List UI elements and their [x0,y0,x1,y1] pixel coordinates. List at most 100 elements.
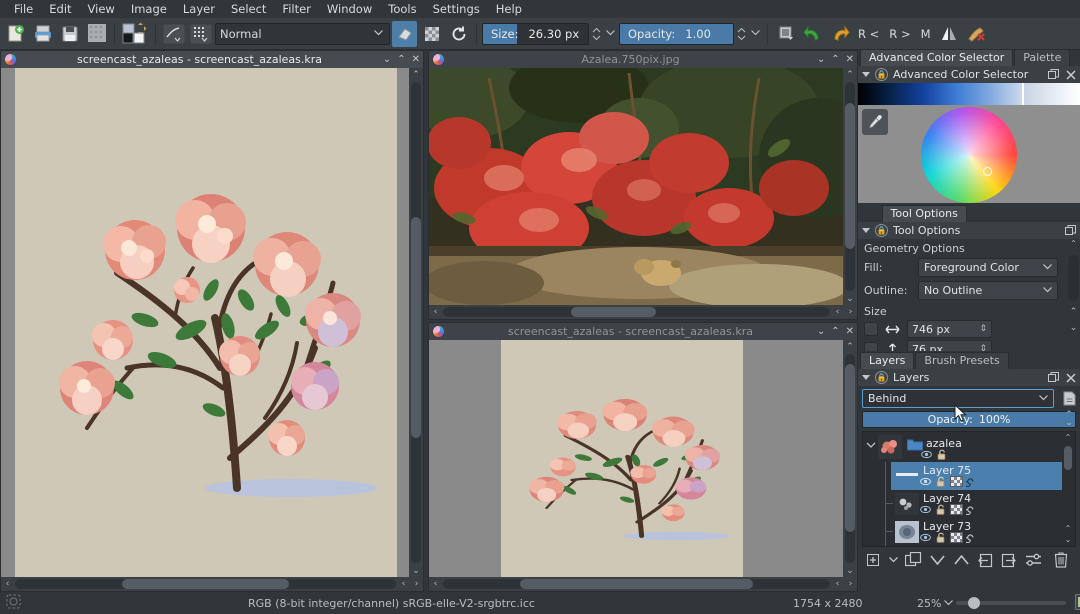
tool-options-scrollbar[interactable] [1068,255,1079,301]
scroll-left-arrow[interactable]: ‹ [429,579,442,589]
brush-preset-icon[interactable] [161,21,186,47]
menu-layer[interactable]: Layer [175,1,223,17]
minimize-button[interactable]: ⌄ [817,326,825,337]
width-lock-checkbox[interactable] [864,322,878,336]
move-layer-down-button[interactable] [927,551,947,569]
maximize-button[interactable]: ⌃ [831,54,839,65]
wash-mode-icon[interactable] [964,21,989,47]
add-layer-dropdown[interactable] [887,551,899,569]
new-document-button[interactable] [3,21,28,47]
eraser-mode-button[interactable] [392,21,417,47]
color-wheel-area[interactable] [858,105,1080,203]
tool-options-scroll-down[interactable]: ⌄ [1067,323,1080,333]
menu-help[interactable]: Help [488,1,530,17]
reload-preset-button[interactable] [446,21,471,47]
scroll-thumb[interactable] [845,364,855,531]
scroll-down-arrow[interactable]: ⌄ [846,564,854,577]
tab-layers[interactable]: Layers [860,352,914,369]
collapse-triangle-icon[interactable] [862,72,870,77]
subwindow-titlebar[interactable]: Azalea.750pix.jpg ⌄ ⌃ ✕ [429,51,857,68]
unlock-icon[interactable] [934,532,947,543]
eyedropper-icon[interactable] [862,109,888,135]
opacity-spinner[interactable] [736,23,747,45]
chevron-down-icon[interactable] [944,600,953,606]
zoom-level-value[interactable]: 25% [917,597,941,610]
canvas-reference-vscrollbar[interactable]: ⌃ ⌄ [843,68,857,305]
open-document-button[interactable] [30,21,55,47]
visibility-eye-icon[interactable] [920,532,931,543]
redo-button[interactable] [827,21,852,47]
nav-prev-arrow[interactable]: ‹ [831,579,844,589]
scroll-thumb[interactable] [1064,446,1072,470]
opacity-slider[interactable]: Opacity: 1.00 [619,23,734,45]
width-spinner[interactable]: ⇕ [979,324,987,334]
lock-icon[interactable]: 🔒 [875,224,888,237]
pattern-icon[interactable] [84,21,109,47]
color-wheel[interactable] [921,107,1017,203]
menu-filter[interactable]: Filter [274,1,318,17]
subwindow-reference-photo[interactable]: Azalea.750pix.jpg ⌄ ⌃ ✕ [428,50,858,320]
canvas-reference-hscrollbar[interactable]: ‹ ‹ › [429,305,857,319]
menu-edit[interactable]: Edit [41,1,79,17]
inherit-alpha-icon[interactable] [966,476,978,487]
tool-options-scroll-up-2[interactable]: ⌃ [1067,307,1080,317]
menu-file[interactable]: File [6,1,41,17]
width-input[interactable]: 746 px ⇕ [907,320,992,338]
layer-filter-icon[interactable] [1058,391,1080,406]
save-button[interactable] [57,21,82,47]
brush-size-spinner[interactable] [591,23,602,45]
move-layer-right-button[interactable] [999,551,1019,569]
nav-next-arrow[interactable]: › [410,579,423,589]
float-docker-icon[interactable] [1048,69,1059,80]
scroll-up-arrow[interactable]: ⌃ [846,340,854,353]
tool-options-scroll-up[interactable]: ⌃ [1068,239,1079,248]
table-row[interactable]: azalea [863,432,1075,462]
canvas-second-hscrollbar[interactable]: ‹ ‹ › [429,577,857,591]
scroll-down-arrow[interactable]: ⌄ [412,564,420,577]
layer-properties-button[interactable] [1023,551,1043,569]
table-row[interactable]: Layer 75 [863,462,1075,490]
menu-select[interactable]: Select [223,1,274,17]
menu-settings[interactable]: Settings [425,1,488,17]
pattern-selector-icon[interactable] [188,21,213,47]
inherit-alpha-icon[interactable] [966,532,978,543]
nav-next-arrow[interactable]: › [844,579,857,589]
unlock-icon[interactable] [934,476,947,487]
foreground-background-color-icon[interactable] [120,21,150,47]
table-row[interactable]: Layer 73 [863,518,1075,546]
delete-layer-button[interactable] [1051,551,1071,569]
brush-size-dropdown[interactable] [604,29,617,39]
table-row[interactable]: Layer 74 [863,490,1075,518]
maximize-button[interactable]: ⌃ [397,54,405,65]
tab-tool-options[interactable]: Tool Options [882,205,967,222]
collapse-triangle-icon[interactable] [862,228,870,233]
close-icon[interactable] [1066,70,1076,80]
layer-opacity-spinner[interactable]: ⌃⌄ [1063,411,1075,427]
opacity-dropdown[interactable] [749,29,762,39]
close-icon[interactable] [1066,373,1076,383]
float-docker-icon[interactable] [1048,372,1059,383]
alpha-lock-icon[interactable] [950,504,963,515]
subwindow-titlebar[interactable]: screencast_azaleas - screencast_azaleas.… [1,51,423,68]
tab-palette[interactable]: Palette [1014,49,1070,66]
canvas-reference-photo[interactable] [429,68,843,305]
color-wheel-cursor[interactable] [983,167,992,176]
menu-image[interactable]: Image [123,1,175,17]
scroll-thumb[interactable] [845,103,855,249]
height-spinner[interactable]: ⇕ [979,344,987,351]
brush-size-slider[interactable]: Size: 26.30 px [482,23,589,45]
blending-mode-combo[interactable]: Normal [215,23,390,45]
choose-workspace-button[interactable] [773,21,798,47]
alpha-lock-icon[interactable] [950,532,963,543]
move-layer-left-button[interactable] [975,551,995,569]
collapse-triangle-icon[interactable] [862,375,870,380]
canvas-main-hscrollbar[interactable]: ‹ ‹ › [1,577,423,591]
subwindow-second-view[interactable]: screencast_azaleas - screencast_azaleas.… [428,322,858,592]
scroll-up-arrow[interactable]: ⌃ [412,68,420,81]
inherit-alpha-icon[interactable] [966,504,978,515]
layer-list[interactable]: azalea [862,431,1076,547]
visibility-eye-icon[interactable] [920,476,931,487]
height-lock-checkbox[interactable] [864,342,878,351]
mirror-button[interactable]: M [917,27,935,41]
layer-opacity-slider[interactable]: Opacity: 100% [862,411,1076,428]
